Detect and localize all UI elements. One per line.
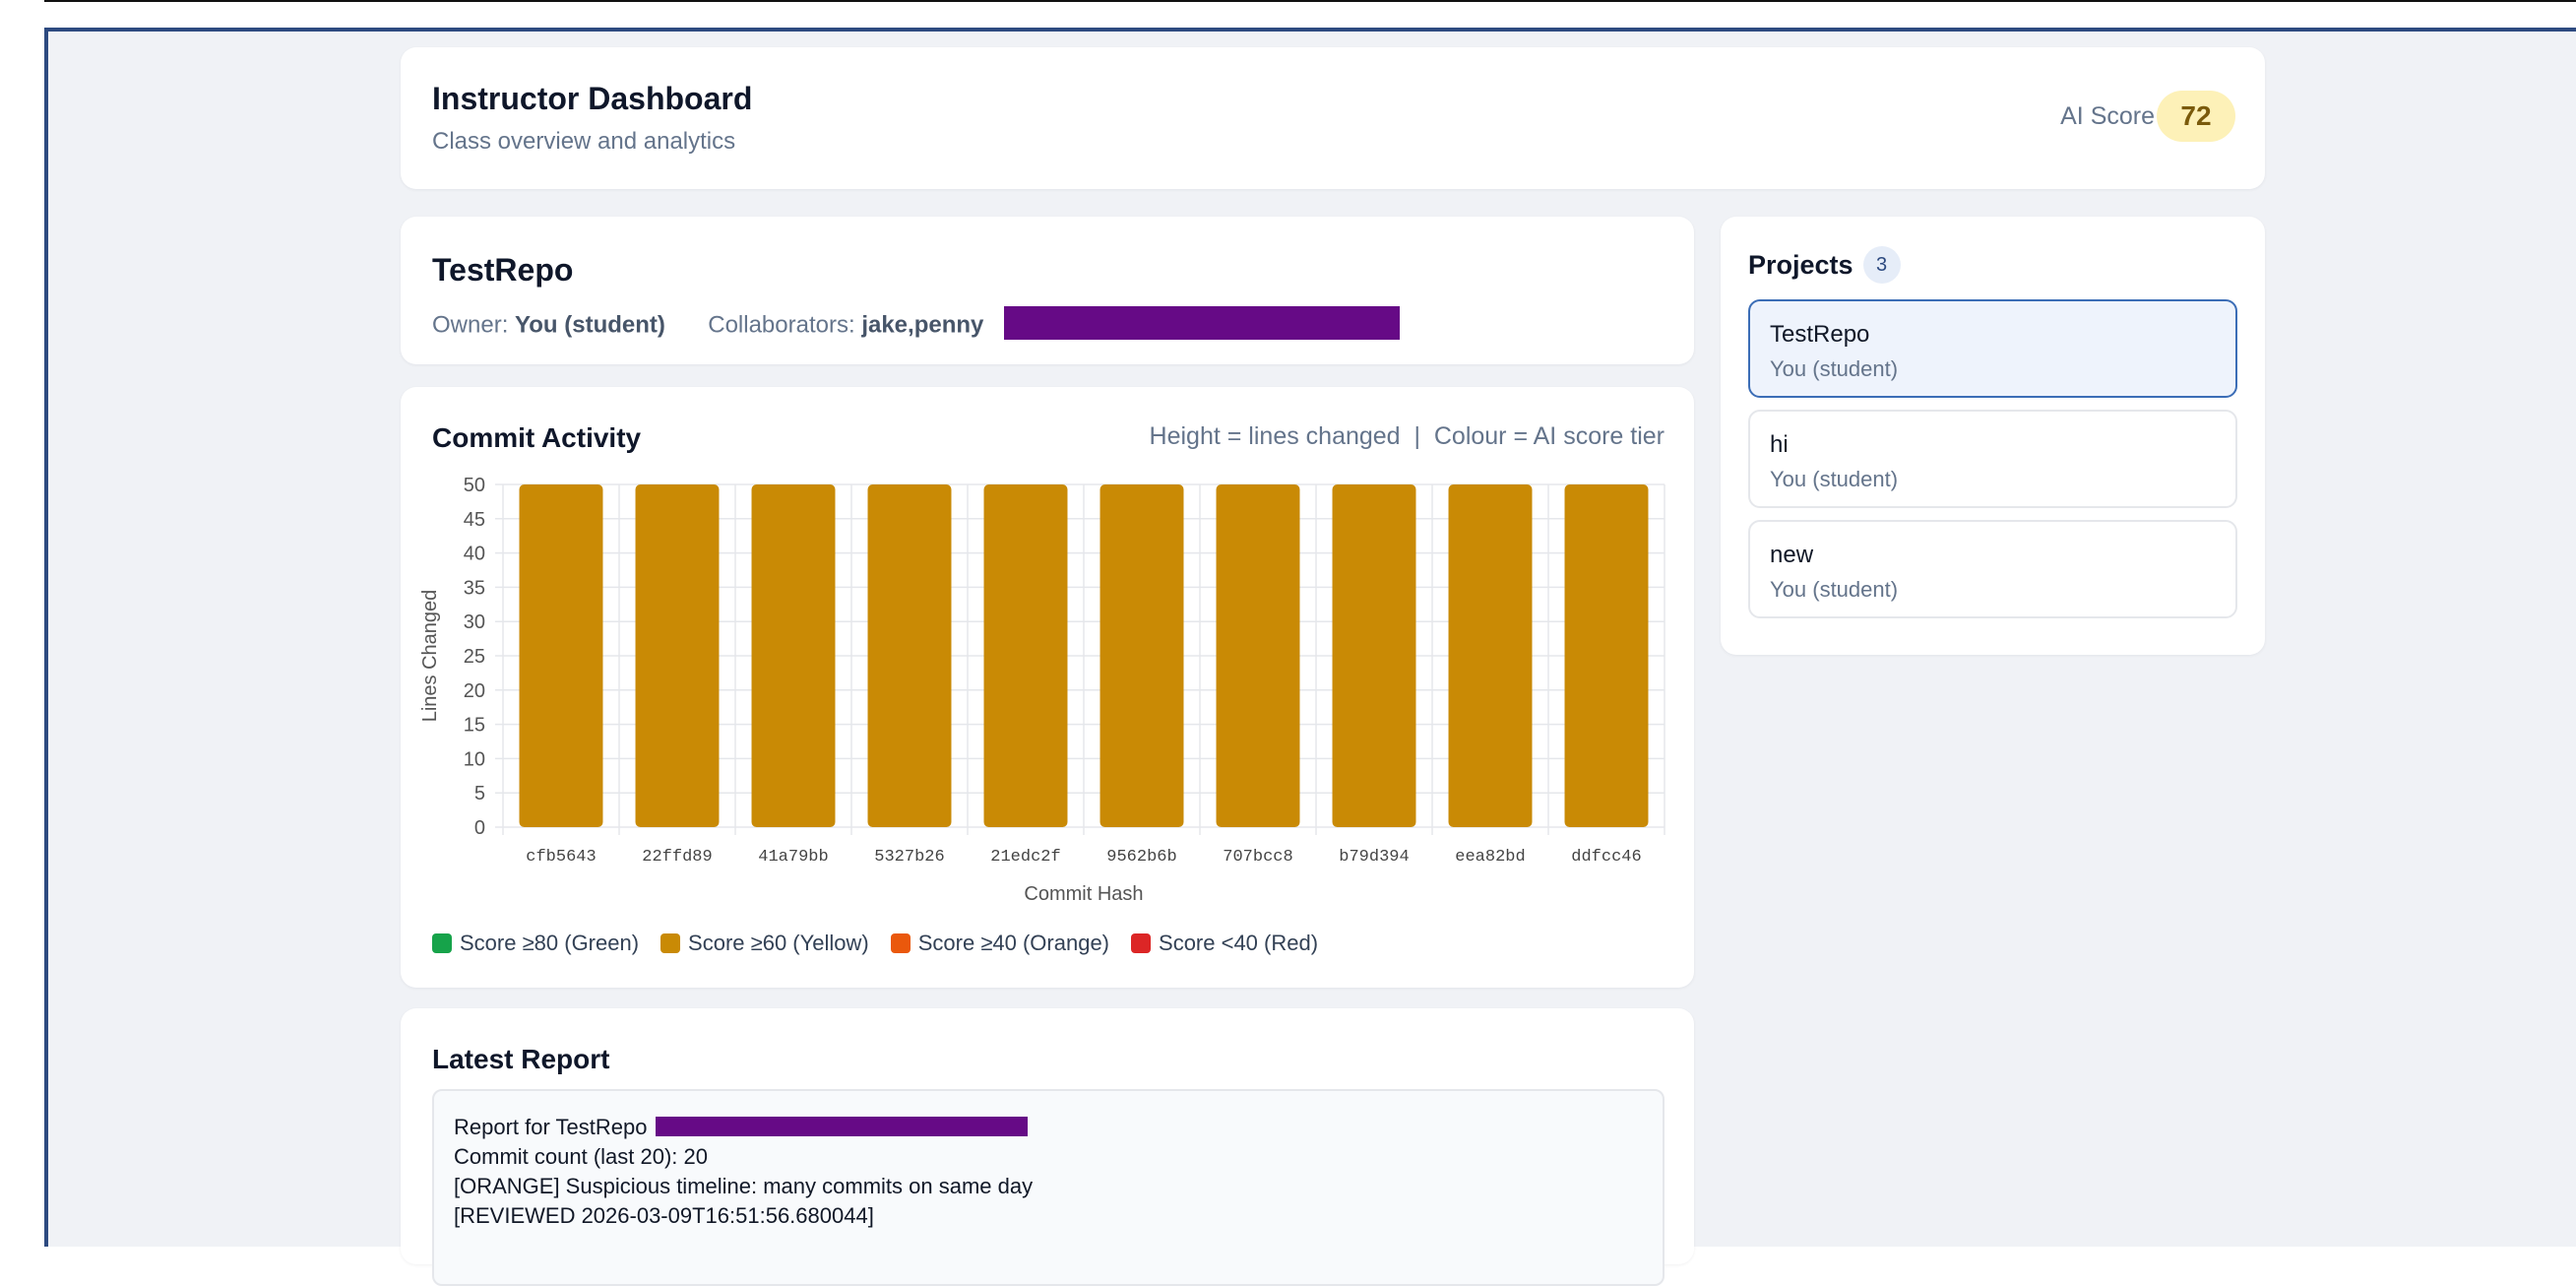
bar (1100, 484, 1184, 827)
legend-label: Score ≥80 (Green) (460, 931, 640, 955)
x-tick-label: ddfcc46 (1571, 848, 1641, 867)
x-tick-label: cfb5643 (526, 848, 596, 867)
project-item-hi[interactable]: hi You (student) (1748, 410, 2237, 508)
report-line-1-text: Report for TestRepo (454, 1115, 648, 1139)
legend-item: Score ≥80 (Green) (432, 931, 639, 956)
repo-meta: Owner: You (student) Collaborators: jake… (432, 306, 1401, 343)
y-tick-label: 30 (464, 611, 485, 633)
redaction-bar (1004, 306, 1401, 340)
page-subtitle: Class overview and analytics (432, 128, 736, 155)
y-tick-label: 40 (464, 544, 485, 565)
page-title: Instructor Dashboard (432, 81, 753, 116)
project-owner: You (student) (1770, 577, 1899, 602)
x-tick-label: 21edc2f (990, 848, 1060, 867)
y-tick-label: 25 (464, 646, 485, 668)
report-line-3: [ORANGE] Suspicious timeline: many commi… (454, 1174, 1034, 1198)
repo-info-card: TestRepo Owner: You (student) Collaborat… (401, 217, 1694, 364)
legend-swatch (660, 933, 681, 953)
x-tick-label: eea82bd (1455, 848, 1525, 867)
project-item-testrepo[interactable]: TestRepo You (student) (1748, 299, 2237, 398)
ai-score-badge: 72 (2157, 91, 2235, 142)
legend-label: Score <40 (Red) (1159, 931, 1319, 955)
project-owner: You (student) (1770, 356, 1899, 381)
latest-report-title: Latest Report (432, 1044, 610, 1074)
project-name: hi (1770, 431, 1789, 458)
bar (635, 484, 720, 827)
legend-item: Score ≥60 (Yellow) (660, 931, 869, 956)
legend-swatch (432, 933, 452, 953)
commit-activity-chart: 0 5 10 15 20 25 30 35 40 45 50 cfb5643 22ffd89 41a79b… (419, 475, 1665, 905)
collaborators-label: Collaborators: (708, 311, 855, 339)
chart-legend: Score ≥80 (Green) Score ≥60 (Yellow) Score… (432, 931, 1318, 956)
ai-score-label: AI Score (2060, 102, 2155, 130)
x-tick-label: b79d394 (1339, 848, 1409, 867)
project-name: TestRepo (1770, 321, 1870, 348)
legend-label: Score ≥60 (Yellow) (688, 931, 869, 955)
projects-panel: Projects 3 TestRepo You (student) hi You… (1721, 217, 2265, 655)
latest-report-card: Latest Report Report for TestRepo Commit… (401, 1008, 1694, 1286)
owner-label: Owner: (432, 311, 509, 339)
x-tick-label: 9562b6b (1106, 848, 1176, 867)
report-line-4: [REVIEWED 2026-03-09T16:51:56.680044] (454, 1203, 874, 1228)
y-tick-label: 5 (474, 783, 485, 804)
y-tick-label: 50 (464, 475, 485, 496)
y-tick-label: 35 (464, 577, 485, 599)
projects-count-badge: 3 (1862, 246, 1901, 284)
report-line-2: Commit count (last 20): 20 (454, 1144, 708, 1169)
report-line-1: Report for TestRepo (454, 1113, 1643, 1142)
top-border-line (44, 0, 2576, 2)
x-tick-label: 707bcc8 (1223, 848, 1292, 867)
bar (1564, 484, 1649, 827)
project-name: new (1770, 542, 1814, 568)
projects-title: Projects (1748, 249, 1853, 280)
bar (519, 484, 603, 827)
bar (751, 484, 836, 827)
bar (1216, 484, 1300, 827)
legend-label: Score ≥40 (Orange) (917, 931, 1110, 955)
bar (1332, 484, 1416, 827)
x-tick-label: 22ffd89 (642, 848, 712, 867)
legend-item: Score <40 (Red) (1131, 931, 1318, 956)
bar (1448, 484, 1533, 827)
x-axis-label: Commit Hash (1024, 883, 1143, 905)
bar (867, 484, 952, 827)
repo-name: TestRepo (432, 252, 574, 288)
owner-value: You (student) (515, 311, 665, 339)
project-item-new[interactable]: new You (student) (1748, 520, 2237, 618)
project-owner: You (student) (1770, 467, 1899, 491)
dashboard-header: Instructor Dashboard Class overview and … (401, 47, 2265, 189)
bar (983, 484, 1068, 827)
y-tick-label: 10 (464, 748, 485, 770)
projects-title-row: Projects 3 (1748, 246, 1901, 284)
legend-swatch (890, 933, 911, 953)
y-tick-label: 0 (474, 817, 485, 839)
y-axis-label: Lines Changed (419, 590, 441, 723)
y-tick-label: 15 (464, 715, 485, 737)
collaborators-value: jake,penny (861, 311, 984, 339)
redaction-bar (655, 1117, 1028, 1137)
report-text-box: Report for TestRepo Commit count (last 2… (432, 1089, 1665, 1286)
x-tick-label: 41a79bb (758, 848, 828, 867)
legend-swatch (1131, 933, 1152, 953)
legend-item: Score ≥40 (Orange) (890, 931, 1110, 956)
y-tick-label: 20 (464, 680, 485, 702)
commit-activity-card: Commit Activity Height = lines changed |… (401, 387, 1694, 988)
x-tick-label: 5327b26 (874, 848, 944, 867)
y-tick-label: 45 (464, 509, 485, 531)
